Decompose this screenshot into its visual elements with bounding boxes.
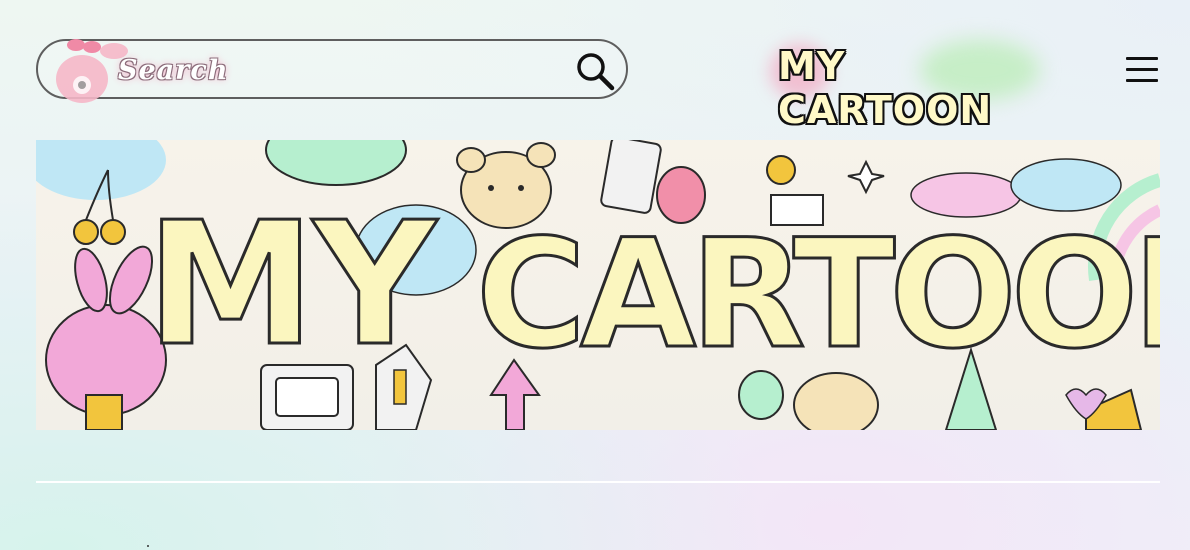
hamburger-menu-icon[interactable] [1126, 57, 1158, 85]
logo-text: MY CARTOON [778, 44, 993, 132]
search-bar[interactable]: Search [36, 39, 628, 103]
banner-title-left: MY [144, 186, 437, 384]
section-divider [36, 481, 1160, 483]
search-label: Search [118, 55, 229, 86]
magnifier-icon[interactable] [574, 50, 616, 92]
dot-mark [147, 545, 149, 547]
site-logo[interactable]: MY CARTOON [770, 38, 1050, 132]
banner-title-right: CARTOON [475, 208, 1160, 382]
hero-banner: MY CARTOON [36, 140, 1160, 430]
